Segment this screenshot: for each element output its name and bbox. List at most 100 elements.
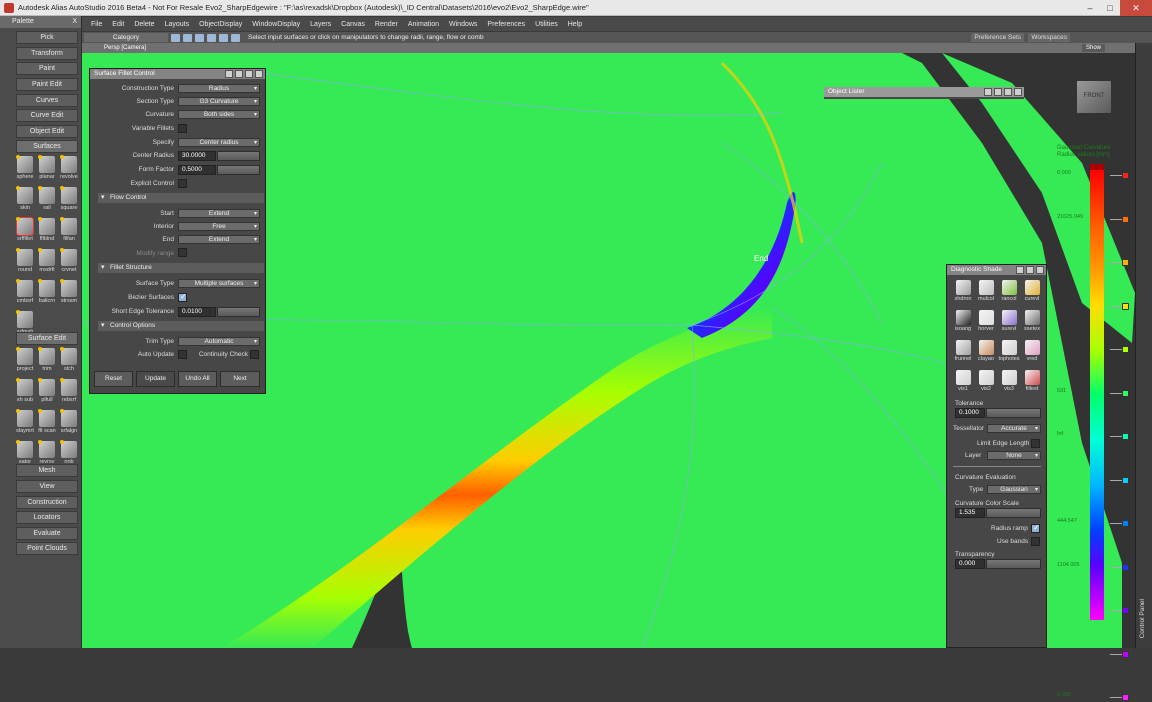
auto-update-checkbox[interactable]: [178, 350, 187, 359]
flow-control-section[interactable]: Flow Control: [98, 193, 264, 203]
diagnostic-curevl-button[interactable]: curevl: [1021, 279, 1043, 305]
tool-srffillet[interactable]: srffillet: [14, 216, 36, 247]
control-options-section[interactable]: Control Options: [98, 321, 264, 331]
palette-object-edit-button[interactable]: Object Edit: [16, 125, 78, 138]
diagnostic-frunnel-button[interactable]: frunnel: [952, 339, 974, 365]
use-bands-checkbox[interactable]: [1031, 537, 1040, 546]
tolerance-slider[interactable]: [986, 408, 1041, 418]
menu-delete[interactable]: Delete: [129, 21, 159, 28]
maximize-button[interactable]: □: [1100, 0, 1120, 16]
menu-file[interactable]: File: [86, 21, 107, 28]
list-icon[interactable]: [1026, 266, 1034, 274]
menu-windows[interactable]: Windows: [444, 21, 482, 28]
tool-planar[interactable]: planar: [36, 154, 58, 185]
surface-type-dropdown[interactable]: Multiple surfaces: [178, 279, 260, 288]
fillet-structure-section[interactable]: Fillet Structure: [98, 263, 264, 273]
palette-transform-button[interactable]: Transform: [16, 47, 78, 60]
palette-surfaces-button[interactable]: Surfaces: [16, 140, 78, 153]
pick-edit-icon[interactable]: [219, 33, 228, 42]
close-icon[interactable]: [1036, 266, 1044, 274]
diagnostic-clayao-button[interactable]: clayao: [975, 339, 997, 365]
tool-msdrft[interactable]: msdrft: [36, 247, 58, 278]
tolerance-field[interactable]: 0.1000: [955, 408, 985, 418]
tool-rail[interactable]: rail: [36, 185, 58, 216]
collapse-icon[interactable]: [245, 70, 253, 78]
preference-sets-button[interactable]: Preference Sets: [971, 33, 1024, 42]
form-factor-slider[interactable]: [217, 165, 260, 175]
help-icon[interactable]: [225, 70, 233, 78]
curvature-type-dropdown[interactable]: Gaussian: [987, 485, 1041, 494]
ramp-marker[interactable]: [1110, 694, 1150, 702]
palette-mesh-button[interactable]: Mesh: [16, 464, 78, 477]
close-icon[interactable]: [1014, 88, 1022, 96]
variable-fillets-checkbox[interactable]: [178, 124, 187, 133]
palette-construction-button[interactable]: Construction: [16, 496, 78, 509]
curvature-dropdown[interactable]: Both sides: [178, 110, 260, 119]
close-icon[interactable]: [255, 70, 263, 78]
menu-edit[interactable]: Edit: [107, 21, 129, 28]
object-lister-header[interactable]: Object Lister: [824, 87, 1024, 97]
tool-skin[interactable]: skin: [14, 185, 36, 216]
tool-crvnet[interactable]: crvnet: [58, 247, 80, 278]
transparency-slider[interactable]: [986, 559, 1041, 569]
view-cube[interactable]: FRONT: [1077, 81, 1111, 113]
palette-close-icon[interactable]: X: [72, 16, 77, 28]
palette-point-clouds-button[interactable]: Point Clouds: [16, 542, 78, 555]
diagnostic-vis1-button[interactable]: vis1: [952, 369, 974, 395]
menu-utilities[interactable]: Utilities: [530, 21, 563, 28]
diagnostic-fillest-button[interactable]: fillest: [1021, 369, 1043, 395]
close-button[interactable]: ✕: [1120, 0, 1152, 16]
list-icon[interactable]: [235, 70, 243, 78]
tessellator-dropdown[interactable]: Accurate: [987, 424, 1041, 433]
tool-plfull[interactable]: plfull: [36, 377, 58, 408]
palette-curves-button[interactable]: Curves: [16, 94, 78, 107]
palette-paint-edit-button[interactable]: Paint Edit: [16, 78, 78, 91]
palette-evaluate-button[interactable]: Evaluate: [16, 527, 78, 540]
palette-surface-edit-button[interactable]: Surface Edit: [16, 332, 78, 345]
form-factor-field[interactable]: 0.5000: [178, 165, 216, 175]
interior-dropdown[interactable]: Free: [178, 222, 260, 231]
diagnostic-rancol-button[interactable]: rancol: [998, 279, 1020, 305]
layer-dropdown[interactable]: None: [987, 451, 1041, 460]
radius-ramp-checkbox[interactable]: [1031, 523, 1040, 533]
workspaces-button[interactable]: Workspaces: [1028, 33, 1070, 42]
center-radius-slider[interactable]: [217, 151, 260, 161]
ramp-marker[interactable]: [1110, 650, 1150, 659]
diagnostic-horver-button[interactable]: horver: [975, 309, 997, 335]
tool-filfan[interactable]: filfan: [58, 216, 80, 247]
modify-range-checkbox[interactable]: [178, 248, 187, 257]
tool-strssm[interactable]: strssm: [58, 278, 80, 309]
update-button[interactable]: Update: [136, 371, 175, 387]
next-button[interactable]: Next: [220, 371, 260, 387]
diagnostic-surevl-button[interactable]: surevl: [998, 309, 1020, 335]
menu-canvas[interactable]: Canvas: [336, 21, 370, 28]
tool-slaymrt[interactable]: slaymrt: [14, 408, 36, 439]
curvature-color-scale-field[interactable]: 1.535: [955, 508, 985, 518]
tool-srfalgn[interactable]: srfalgn: [58, 408, 80, 439]
trim-type-dropdown[interactable]: Automatic: [178, 337, 260, 346]
tool-sphere[interactable]: sphere: [14, 154, 36, 185]
menu-render[interactable]: Render: [370, 21, 403, 28]
tool-project[interactable]: project: [14, 346, 36, 377]
diagnostic-vred-button[interactable]: vred: [1021, 339, 1043, 365]
diagnostic-vis2-button[interactable]: vis2: [975, 369, 997, 395]
start-dropdown[interactable]: Extend: [178, 209, 260, 218]
tool-cmbsrf[interactable]: cmbsrf: [14, 278, 36, 309]
pick-surface-icon[interactable]: [207, 33, 216, 42]
end-dropdown[interactable]: Extend: [178, 235, 260, 244]
tool-revolve[interactable]: revolve: [58, 154, 80, 185]
tool-square[interactable]: square: [58, 185, 80, 216]
menu-animation[interactable]: Animation: [403, 21, 444, 28]
menu-layouts[interactable]: Layouts: [160, 21, 195, 28]
menu-windowdisplay[interactable]: WindowDisplay: [247, 21, 305, 28]
viewport-persp[interactable]: End Persp [Camera] Show FRONT Gaussian C…: [82, 43, 1135, 648]
pick-lasso-icon[interactable]: [231, 33, 240, 42]
tool-round[interactable]: round: [14, 247, 36, 278]
diagnostic-isoang-button[interactable]: isoang: [952, 309, 974, 335]
help-icon[interactable]: [1016, 266, 1024, 274]
collapse-icon[interactable]: [1004, 88, 1012, 96]
pick-curve-icon[interactable]: [195, 33, 204, 42]
construction-type-dropdown[interactable]: Radius: [178, 84, 260, 93]
menu-objectdisplay[interactable]: ObjectDisplay: [194, 21, 247, 28]
tool-ballcrn[interactable]: ballcrn: [36, 278, 58, 309]
